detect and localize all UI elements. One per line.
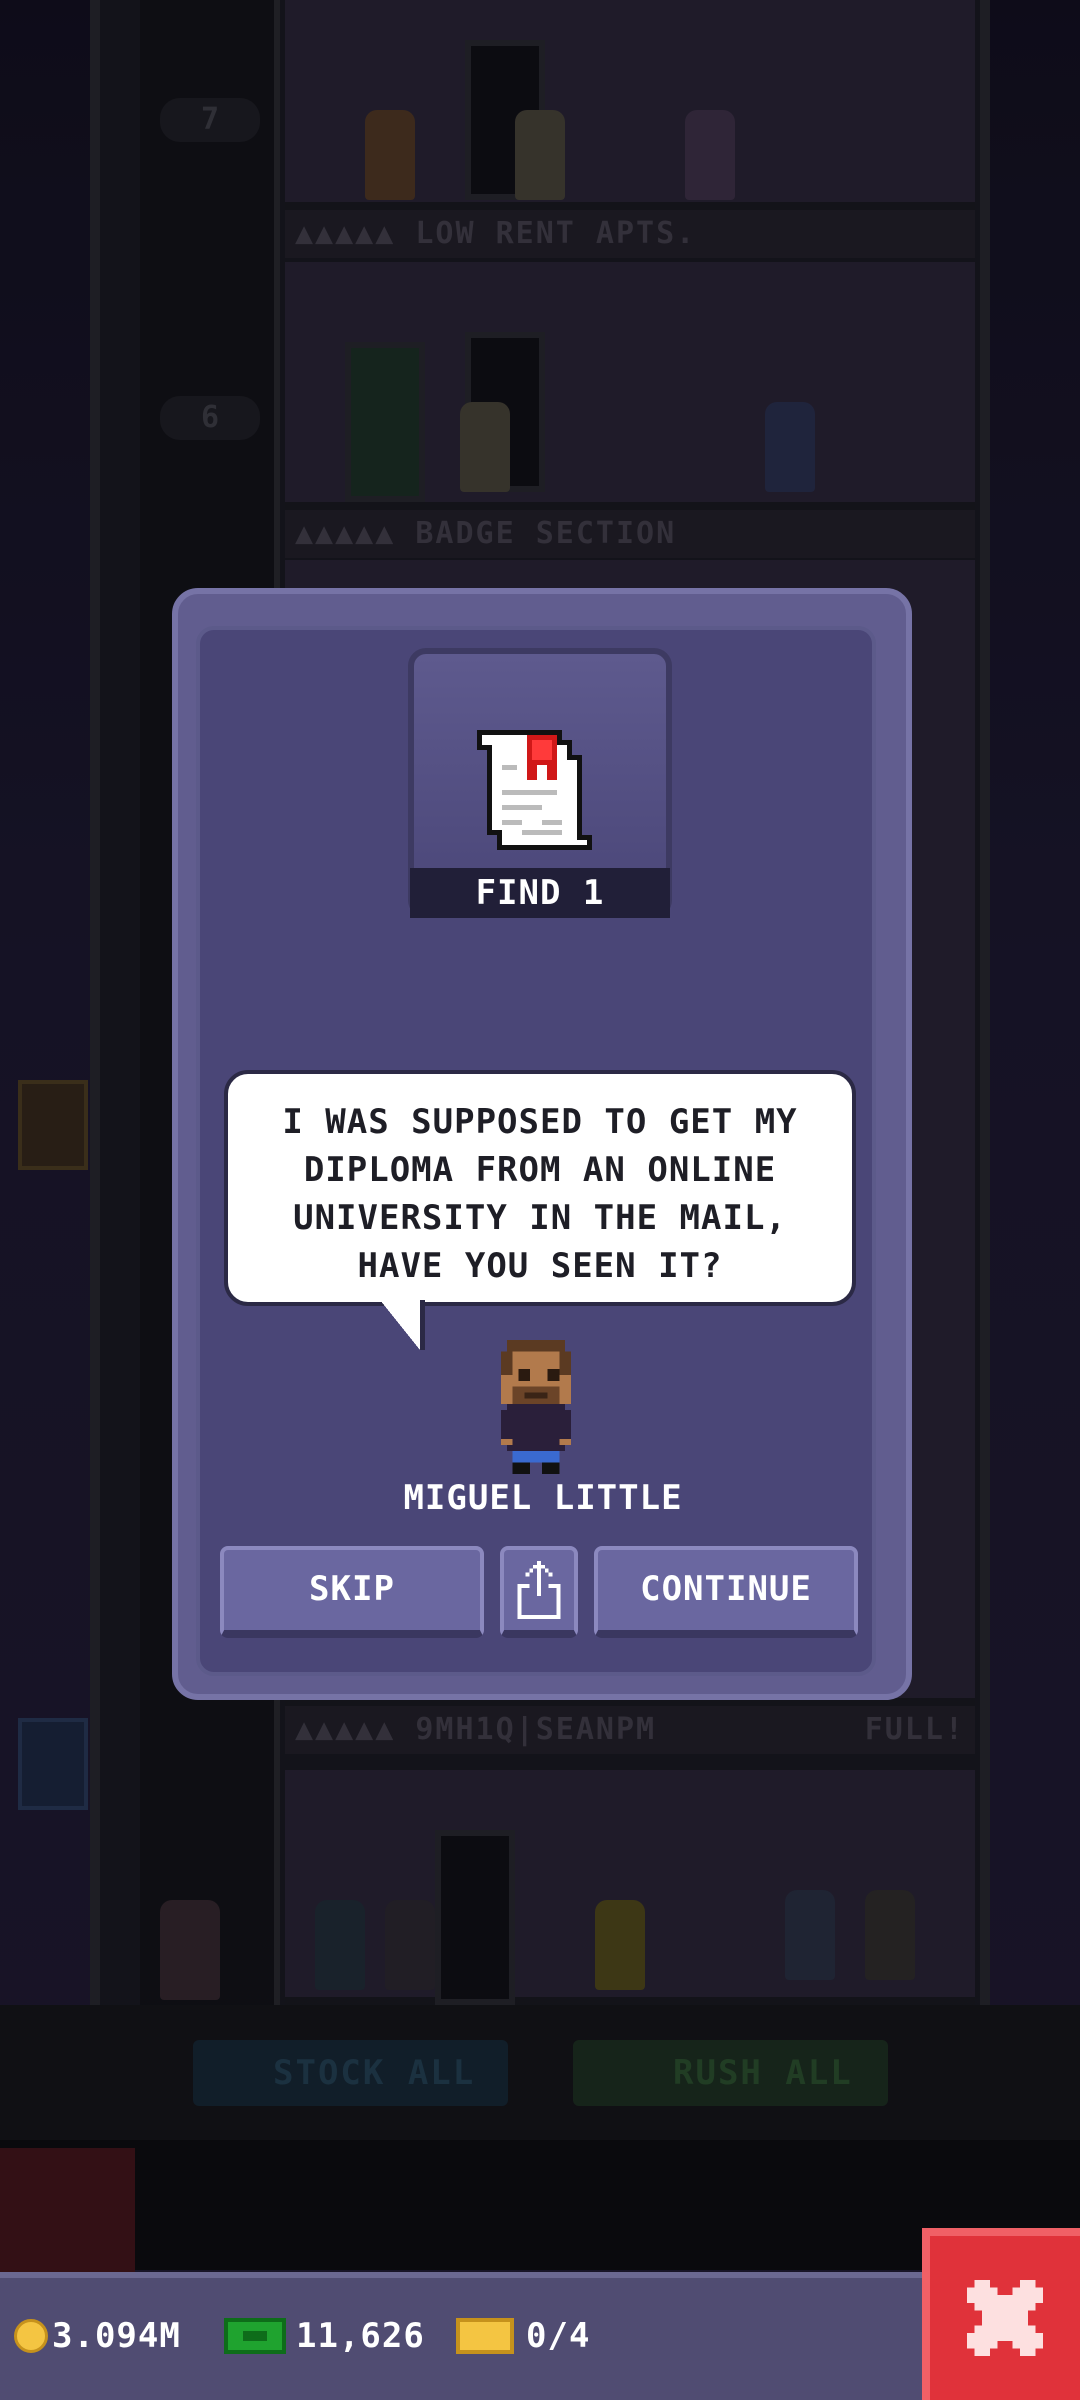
speech-line: DIPLOMA FROM AN ONLINE bbox=[303, 1150, 777, 1190]
ticket-amount: 0/4 bbox=[526, 2316, 591, 2356]
close-button[interactable] bbox=[922, 2228, 1080, 2400]
close-icon bbox=[967, 2280, 1043, 2356]
npc-name: MIGUEL LITTLE bbox=[403, 1478, 683, 1518]
speech-line: HAVE YOU SEEN IT? bbox=[357, 1246, 723, 1286]
coin-icon bbox=[14, 2319, 48, 2353]
continue-button[interactable]: CONTINUE bbox=[594, 1546, 858, 1638]
golden-ticket-icon bbox=[456, 2318, 514, 2354]
share-icon bbox=[517, 1561, 561, 1619]
skip-label: SKIP bbox=[309, 1569, 395, 1609]
speech-bubble-tail bbox=[380, 1300, 425, 1350]
continue-label: CONTINUE bbox=[640, 1569, 812, 1609]
skip-button[interactable]: SKIP bbox=[220, 1546, 484, 1638]
bux-amount: 11,626 bbox=[296, 2316, 425, 2356]
coin-amount: 3.094M bbox=[52, 2316, 181, 2356]
npc-miguel-little-sprite[interactable] bbox=[488, 1340, 584, 1480]
speech-bubble: I WAS SUPPOSED TO GET MY DIPLOMA FROM AN… bbox=[224, 1070, 856, 1306]
share-button[interactable] bbox=[500, 1546, 578, 1638]
diploma-scroll-icon bbox=[477, 730, 592, 850]
coin-balance[interactable]: 3.094M bbox=[14, 2316, 181, 2356]
item-find-count: FIND 1 bbox=[410, 868, 670, 918]
currency-status-bar: 3.094M 11,626 0/4 bbox=[0, 2272, 925, 2400]
speech-line: I WAS SUPPOSED TO GET MY bbox=[282, 1102, 798, 1142]
bux-icon bbox=[224, 2318, 286, 2354]
speech-line: UNIVERSITY IN THE MAIL, bbox=[293, 1198, 787, 1238]
ticket-balance[interactable]: 0/4 bbox=[456, 2316, 590, 2356]
bux-balance[interactable]: 11,626 bbox=[224, 2316, 425, 2356]
